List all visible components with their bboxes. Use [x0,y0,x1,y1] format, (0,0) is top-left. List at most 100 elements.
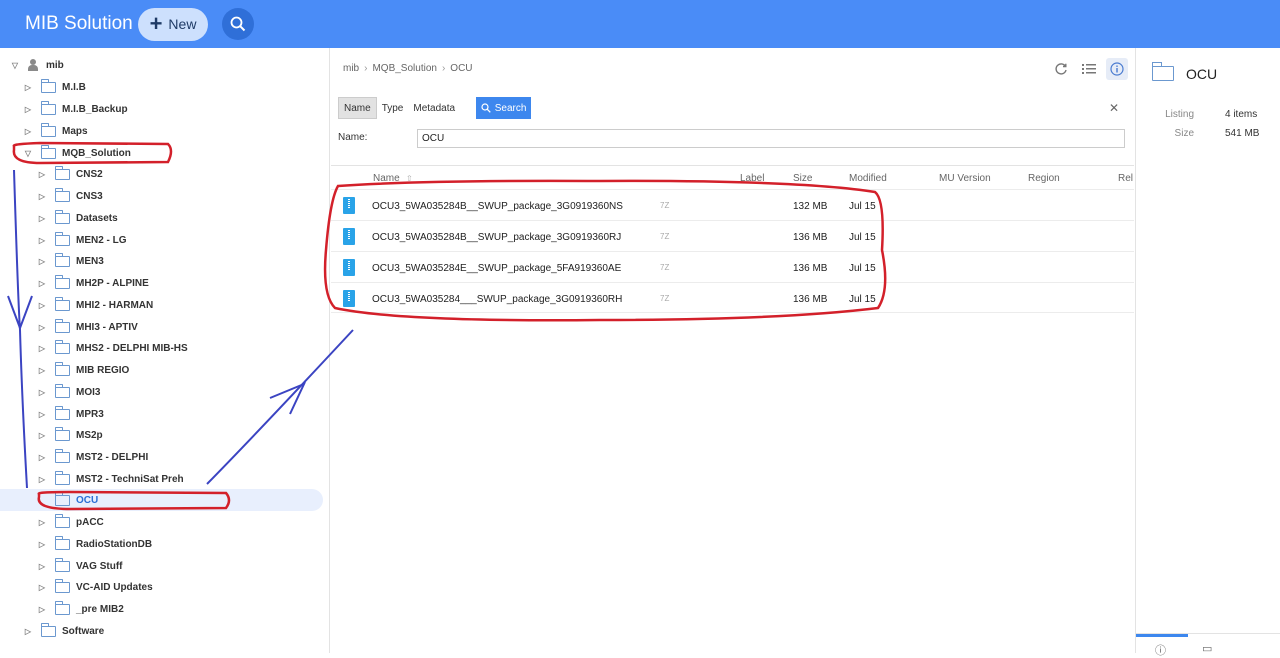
tree-item[interactable]: ▷ MEN2 - LG [37,229,127,251]
file-size: 136 MB [793,294,828,305]
chevron-right-icon[interactable]: ▷ [37,366,47,375]
filter-tab-type[interactable]: Type [377,97,409,119]
chevron-right-icon[interactable]: ▷ [37,323,47,332]
file-label: 7Z [660,201,670,210]
breadcrumb-item[interactable]: MQB_Solution [372,63,436,74]
table-row[interactable]: OCU3_5WA035284B__SWUP_package_3G0919360N… [331,189,1134,220]
chevron-right-icon[interactable]: ▷ [23,105,33,114]
file-size: 132 MB [793,201,828,212]
column-header-label[interactable]: Label [740,173,764,184]
breadcrumb: mib › MQB_Solution › OCU [343,63,473,74]
chevron-right-icon[interactable]: ▷ [23,83,33,92]
chevron-right-icon[interactable]: ▷ [37,257,47,266]
tree-item[interactable]: ▷ _pre MIB2 [37,598,124,620]
tree-item[interactable]: ▷ MHI2 - HARMAN [37,294,153,316]
folder-icon [54,187,70,202]
name-filter-input[interactable]: OCU [417,129,1125,148]
tree-item[interactable]: ▷ MST2 - DELPHI [37,446,148,468]
tree-item[interactable]: ▷ VAG Stuff [37,555,122,577]
breadcrumb-item[interactable]: mib [343,63,359,74]
search-submit-label: Search [494,102,527,114]
tree-item[interactable]: ▽ MQB_Solution [23,142,131,164]
folder-tree: ▽ mib ▷ M.I.B ▷ M.I.B_Backup ▷ Maps ▽ MQB_So… [0,48,330,653]
chevron-right-icon[interactable]: ▷ [37,410,47,419]
new-button[interactable]: + New [138,7,208,41]
chevron-right-icon[interactable]: ▷ [23,127,33,136]
file-name: OCU3_5WA035284___SWUP_package_3G0919360R… [372,294,623,305]
chevron-down-icon[interactable]: ▽ [10,61,20,70]
column-header-size[interactable]: Size [793,173,812,184]
tree-item[interactable]: ▷ MHS2 - DELPHI MIB-HS [37,337,188,359]
tree-item[interactable]: ▷ Software [23,620,104,642]
breadcrumb-separator: › [441,63,446,74]
chevron-right-icon[interactable]: ▷ [37,605,47,614]
chevron-down-icon[interactable]: ▽ [23,149,33,158]
chevron-right-icon[interactable]: ▷ [23,627,33,636]
tree-item[interactable]: ▷ RadioStationDB [37,533,152,555]
tree-item[interactable]: ▷ MPR3 [37,403,104,425]
info-icon[interactable] [1106,58,1128,80]
search-button[interactable] [222,8,254,40]
tree-item[interactable]: ▷ MOI3 [37,381,100,403]
tree-item[interactable]: ▷ CNS3 [37,185,103,207]
chevron-right-icon[interactable]: ▷ [37,431,47,440]
chevron-right-icon[interactable]: ▷ [37,344,47,353]
chevron-right-icon[interactable]: ▷ [37,540,47,549]
table-row[interactable]: OCU3_5WA035284E__SWUP_package_5FA919360A… [331,251,1134,282]
chevron-right-icon[interactable]: ▷ [37,475,47,484]
tab-activity-icon[interactable]: ▭ [1202,642,1212,655]
close-icon[interactable]: ✕ [1109,101,1119,115]
column-header-modified[interactable]: Modified [849,173,887,184]
name-field-label: Name: [338,132,368,143]
tree-item[interactable]: ▷ M.I.B_Backup [23,98,128,120]
chevron-right-icon[interactable]: ▷ [37,301,47,310]
column-header-region[interactable]: Region [1028,173,1060,184]
tree-item[interactable]: ▷ MEN3 [37,250,104,272]
tree-item[interactable]: ▷ MS2p [37,424,103,446]
folder-icon [54,339,70,354]
breadcrumb-item[interactable]: OCU [450,63,472,74]
tab-info-icon[interactable]: ⓘ [1155,642,1166,658]
tree-item-label: OCU [76,494,99,506]
tree-item[interactable]: ▷ M.I.B [23,76,86,98]
column-header-name[interactable]: Name [373,173,400,184]
sort-icon[interactable]: ⇧ [406,174,413,183]
tree-item[interactable]: ▷ VC-AID Updates [37,576,153,598]
file-name: OCU3_5WA035284E__SWUP_package_5FA919360A… [372,263,622,274]
chevron-right-icon[interactable]: ▷ [37,214,47,223]
tree-item-selected[interactable]: OCU [0,489,323,511]
column-header-mu-version[interactable]: MU Version [939,173,991,184]
tree-item-label: MHI2 - HARMAN [76,299,154,311]
column-header-rel[interactable]: Rel [1118,173,1133,184]
chevron-right-icon[interactable]: ▷ [37,518,47,527]
tree-item[interactable]: ▷ Maps [23,120,88,142]
chevron-right-icon[interactable]: ▷ [37,170,47,179]
table-row[interactable]: OCU3_5WA035284___SWUP_package_3G0919360R… [331,282,1134,313]
filter-tab-name[interactable]: Name [338,97,377,119]
tree-root[interactable]: ▽ mib [10,54,64,76]
search-submit-button[interactable]: Search [476,97,532,119]
folder-icon [54,535,70,550]
filter-bar: Name Type Metadata Search [338,97,532,119]
chevron-right-icon[interactable]: ▷ [37,388,47,397]
tree-item[interactable]: ▷ MIB REGIO [37,359,129,381]
list-view-icon[interactable] [1078,58,1100,80]
chevron-right-icon[interactable]: ▷ [37,453,47,462]
tree-item[interactable]: ▷ MST2 - TechniSat Preh [37,468,184,490]
zip-file-icon [343,259,355,276]
refresh-icon[interactable] [1050,58,1072,80]
tree-item[interactable]: ▷ pACC [37,511,104,533]
table-row[interactable]: OCU3_5WA035284B__SWUP_package_3G0919360R… [331,220,1134,251]
chevron-right-icon[interactable]: ▷ [37,192,47,201]
filter-tab-metadata[interactable]: Metadata [408,97,460,119]
folder-icon [54,383,70,398]
tree-item[interactable]: ▷ CNS2 [37,163,103,185]
chevron-right-icon[interactable]: ▷ [37,583,47,592]
tree-item[interactable]: ▷ Datasets [37,207,118,229]
chevron-right-icon[interactable]: ▷ [37,562,47,571]
chevron-right-icon[interactable]: ▷ [37,279,47,288]
tree-item[interactable]: ▷ MH2P - ALPINE [37,272,149,294]
chevron-right-icon[interactable]: ▷ [37,236,47,245]
tree-item[interactable]: ▷ MHI3 - APTIV [37,316,138,338]
folder-icon [54,318,70,333]
